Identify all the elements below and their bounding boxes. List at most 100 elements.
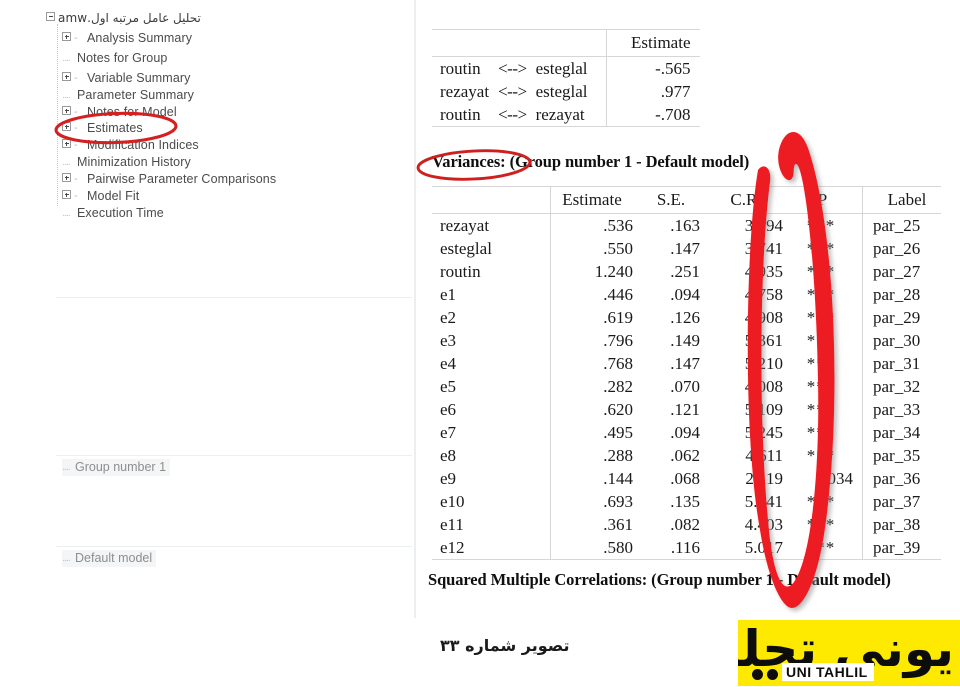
cell-variable-name: e11 (440, 514, 464, 534)
row-var-from: routin (440, 58, 481, 78)
tree-connector-icon: - (74, 139, 78, 151)
expand-icon[interactable] (62, 139, 71, 148)
logo-dots-icon (752, 667, 780, 680)
expand-icon[interactable] (62, 173, 71, 182)
table-header-row: Estimate S.E. C.R. P Label (432, 186, 941, 214)
tree-connector-icon: - (74, 32, 78, 44)
expand-icon[interactable] (62, 32, 71, 41)
sidebar-item-execution-time[interactable]: ···· Execution Time (62, 206, 164, 221)
cell-cr: 4.403 (744, 514, 783, 534)
cell-se: .062 (670, 445, 700, 465)
tree-connector-icon: ···· (62, 92, 71, 103)
uni-tahlil-logo: یونی تحلیل UNI TAHLIL (738, 620, 960, 686)
table-row: e4 .768 .147 5.210 *** par_31 (432, 352, 941, 375)
table-row: e9 .144 .068 2.119 .034 par_36 (432, 467, 941, 490)
cell-estimate: .619 (550, 306, 642, 329)
sidebar-item-notes-for-group[interactable]: ···· Notes for Group (62, 51, 167, 66)
cell-p: *** (806, 330, 836, 350)
sidebar-item-estimates[interactable]: - Estimates (62, 121, 143, 135)
sidebar-item-parameter-summary[interactable]: ···· Parameter Summary (62, 88, 194, 103)
cell-se: .121 (670, 399, 700, 419)
sidebar-item-minimization-history[interactable]: ···· Minimization History (62, 155, 191, 170)
sidebar-item-label: Minimization History (77, 155, 191, 169)
cell-label: par_37 (862, 490, 941, 513)
cell-cr: 2.119 (745, 468, 783, 488)
vertical-splitter[interactable] (414, 0, 416, 618)
cell-label: par_28 (862, 283, 941, 306)
relation-arrow: <--> (498, 58, 527, 78)
cell-cr: 3.294 (744, 215, 783, 235)
cell-se: .094 (670, 284, 700, 304)
cell-cr: 4.611 (745, 445, 783, 465)
panel-divider (56, 455, 412, 456)
logo-latin-text: UNI TAHLIL (782, 663, 874, 681)
cell-variable-name: e3 (440, 330, 457, 350)
tree-connector-icon: - (74, 190, 78, 202)
sidebar-item-variable-summary[interactable]: - Variable Summary (62, 71, 191, 85)
cell-estimate: .580 (550, 536, 642, 560)
cell-label: par_33 (862, 398, 941, 421)
group-label: Group number 1 (75, 460, 167, 474)
cell-cr: 4.758 (744, 284, 783, 304)
cell-variable-name: e5 (440, 376, 457, 396)
cell-p: .034 (823, 468, 853, 488)
tree-root-node[interactable]: تحلیل عامل مرتبه اول.amw (46, 11, 201, 25)
smc-section-heading: Squared Multiple Correlations: (Group nu… (428, 570, 891, 589)
cell-estimate: 1.240 (550, 260, 642, 283)
relation-arrow: <--> (498, 81, 527, 101)
col-header-p: P (792, 186, 863, 214)
cell-cr: 4.908 (744, 307, 783, 327)
cell-cr: 5.245 (744, 422, 783, 442)
cell-label: par_36 (862, 467, 941, 490)
sidebar-item-pairwise-parameter-comparisons[interactable]: - Pairwise Parameter Comparisons (62, 172, 276, 186)
cell-estimate: .620 (550, 398, 642, 421)
model-selector-item[interactable]: ···· Default model (62, 550, 157, 567)
tree-connector-icon: ···· (62, 464, 71, 475)
cell-variable-name: e4 (440, 353, 457, 373)
cell-cr: 5.361 (744, 330, 783, 350)
table-row: e10 .693 .135 5.141 *** par_37 (432, 490, 941, 513)
sidebar-item-notes-for-model[interactable]: - Notes for Model (62, 105, 177, 119)
collapse-root-icon[interactable] (46, 12, 55, 21)
sidebar-item-label: Parameter Summary (77, 88, 195, 102)
sidebar-item-modification-indices[interactable]: - Modification Indices (62, 138, 199, 152)
cell-se: .251 (670, 261, 700, 281)
cell-estimate: .536 (550, 213, 642, 237)
cell-variable-name: e7 (440, 422, 457, 442)
table-row: routin <--> rezayat -.708 (432, 103, 700, 127)
cell-estimate: .282 (550, 375, 642, 398)
expand-icon[interactable] (62, 72, 71, 81)
expand-icon[interactable] (62, 190, 71, 199)
sidebar-item-label: Modification Indices (87, 138, 199, 152)
expand-icon[interactable] (62, 122, 71, 131)
table-row: e8 .288 .062 4.611 *** par_35 (432, 444, 941, 467)
col-header-se: S.E. (642, 186, 709, 214)
panel-divider (56, 546, 412, 547)
sidebar-item-label: Variable Summary (87, 71, 191, 85)
expand-icon[interactable] (62, 106, 71, 115)
cell-p: *** (806, 514, 836, 534)
row-var-from: routin (432, 103, 490, 127)
cell-label: par_32 (862, 375, 941, 398)
cell-label: par_38 (862, 513, 941, 536)
sidebar-item-label: Model Fit (87, 189, 140, 203)
tree-connector-icon: - (74, 122, 78, 134)
cell-p: *** (806, 376, 836, 396)
cell-label: par_25 (862, 213, 941, 237)
sidebar-item-analysis-summary[interactable]: - Analysis Summary (62, 31, 192, 45)
cell-se: .070 (670, 376, 700, 396)
table-row: routin 1.240 .251 4.935 *** par_27 (432, 260, 941, 283)
model-label: Default model (75, 551, 153, 565)
sidebar-item-model-fit[interactable]: - Model Fit (62, 189, 139, 203)
cell-cr: 5.109 (744, 399, 783, 419)
cell-se: .147 (670, 238, 700, 258)
cell-se: .126 (670, 307, 700, 327)
group-selector-item[interactable]: ···· Group number 1 (62, 459, 171, 476)
table-row: routin <--> esteglal -.565 (432, 56, 700, 80)
navigation-tree-panel: تحلیل عامل مرتبه اول.amw - Analysis Summa… (0, 0, 414, 620)
cell-variable-name: e6 (440, 399, 457, 419)
table-row: e2 .619 .126 4.908 *** par_29 (432, 306, 941, 329)
cell-variable-name: e1 (440, 284, 457, 304)
cell-estimate: -.565 (605, 56, 700, 80)
tree-connector-icon: ···· (62, 55, 71, 66)
